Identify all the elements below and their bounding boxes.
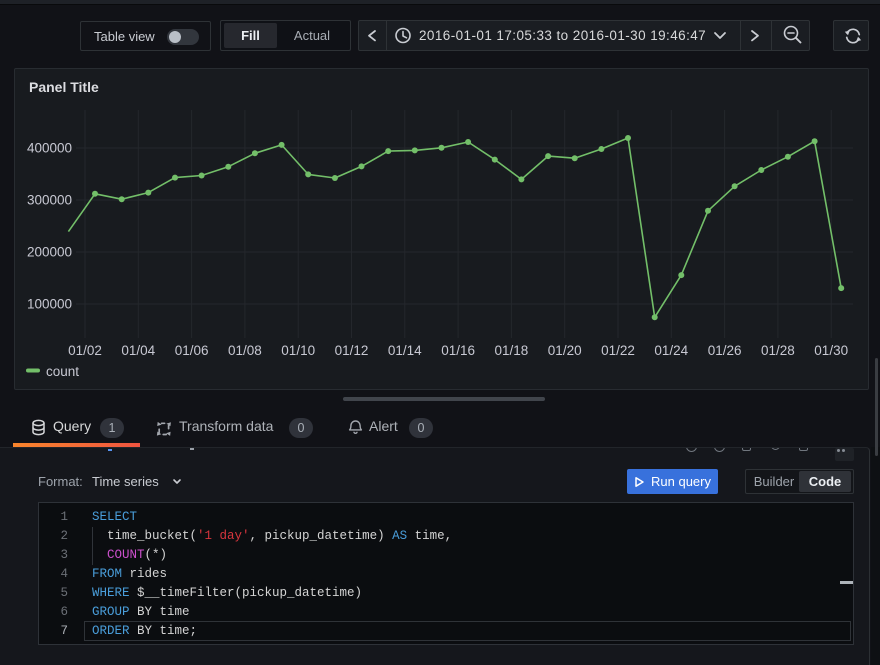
svg-text:100000: 100000 (27, 297, 72, 312)
svg-text:400000: 400000 (27, 141, 72, 156)
svg-text:200000: 200000 (27, 245, 72, 260)
svg-text:01/08: 01/08 (228, 343, 262, 358)
svg-text:01/10: 01/10 (281, 343, 315, 358)
svg-text:01/06: 01/06 (175, 343, 209, 358)
svg-text:01/04: 01/04 (121, 343, 155, 358)
svg-text:01/20: 01/20 (548, 343, 582, 358)
svg-text:01/22: 01/22 (601, 343, 635, 358)
svg-text:01/24: 01/24 (654, 343, 688, 358)
svg-text:01/28: 01/28 (761, 343, 795, 358)
svg-text:01/30: 01/30 (814, 343, 848, 358)
svg-text:01/16: 01/16 (441, 343, 475, 358)
svg-text:300000: 300000 (27, 193, 72, 208)
svg-text:count: count (46, 364, 79, 379)
svg-text:01/12: 01/12 (335, 343, 369, 358)
svg-text:01/14: 01/14 (388, 343, 422, 358)
svg-text:01/02: 01/02 (68, 343, 102, 358)
svg-text:01/26: 01/26 (708, 343, 742, 358)
svg-text:01/18: 01/18 (495, 343, 529, 358)
